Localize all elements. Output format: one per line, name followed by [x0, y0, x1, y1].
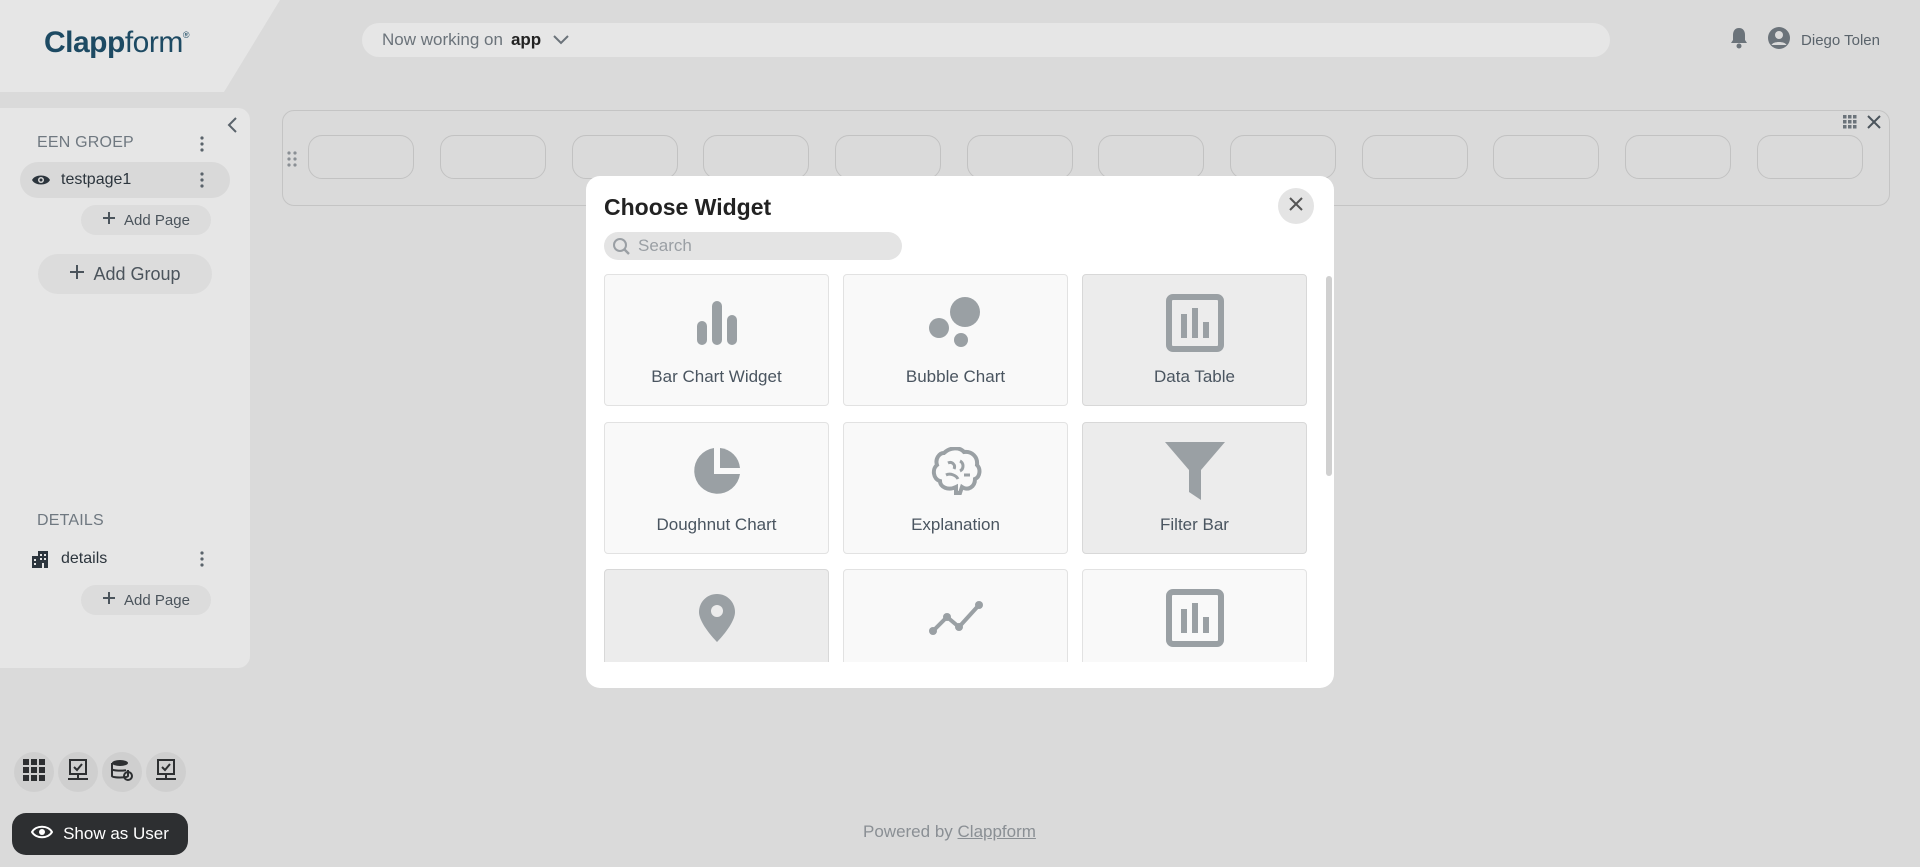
building-icon [31, 550, 49, 573]
plus-icon [102, 591, 116, 609]
widget-slot[interactable] [703, 135, 809, 179]
bar-chart-icon [605, 295, 828, 351]
widget-slot[interactable] [1493, 135, 1599, 179]
widget-card-label: Filter Bar [1160, 515, 1229, 534]
widget-card-explanation[interactable]: Explanation [843, 422, 1068, 554]
widget-card-label: Explanation [911, 515, 1000, 534]
widget-search-input[interactable]: Search [604, 232, 902, 260]
grid-icon[interactable] [1843, 115, 1857, 134]
working-on-label: Now working on [382, 30, 503, 49]
widget-slot[interactable] [1757, 135, 1863, 179]
widget-card-map[interactable] [604, 569, 829, 662]
add-group-button[interactable]: Add Group [38, 254, 212, 294]
eye-icon[interactable] [31, 173, 51, 192]
brain-icon [844, 443, 1067, 499]
widget-card-data-table[interactable]: Data Table [1082, 274, 1307, 406]
checklist-button-2[interactable] [146, 752, 186, 792]
sidebar-item-label[interactable]: details [61, 550, 107, 568]
group-title: DETAILS [37, 512, 104, 529]
widget-card-doughnut-chart[interactable]: Doughnut Chart [604, 422, 829, 554]
modal-scrollbar[interactable] [1326, 276, 1332, 476]
add-page-button[interactable]: Add Page [81, 205, 211, 235]
funnel-icon [1083, 442, 1306, 500]
map-pin-icon [605, 590, 828, 646]
checklist-button[interactable] [58, 752, 98, 792]
current-app: app [510, 30, 542, 49]
group-title: EEN GROEP [37, 134, 134, 151]
widget-grid: Bar Chart Widget Bubble Chart Data Table… [604, 274, 1314, 662]
close-icon [1288, 196, 1304, 217]
add-page-label: Add Page [124, 591, 190, 609]
plus-icon [69, 264, 85, 285]
add-group-label: Add Group [93, 263, 181, 284]
add-page-label: Add Page [124, 211, 190, 229]
modal-close-button[interactable] [1278, 188, 1314, 224]
group-options-icon[interactable] [200, 136, 204, 157]
widget-slot[interactable] [835, 135, 941, 179]
widget-slot[interactable] [967, 135, 1073, 179]
collapse-sidebar-icon[interactable] [226, 116, 238, 139]
page-options-icon[interactable] [200, 551, 204, 572]
database-sync-button[interactable] [102, 752, 142, 792]
add-page-button[interactable]: Add Page [81, 585, 211, 615]
close-icon[interactable] [1867, 115, 1881, 134]
data-table-icon [1083, 294, 1306, 352]
widget-card-label: Bubble Chart [905, 367, 1006, 386]
widget-card-label: Doughnut Chart [656, 515, 777, 534]
widget-slot[interactable] [1230, 135, 1336, 179]
show-as-user-label: Show as User [63, 824, 169, 843]
data-table-icon [1083, 589, 1306, 647]
apps-grid-icon [23, 758, 45, 786]
widget-slot[interactable] [440, 135, 546, 179]
search-icon [612, 237, 631, 261]
user-avatar-icon [1767, 26, 1791, 54]
app-selector[interactable]: Now working on app [362, 23, 1610, 57]
widget-card-bar-chart[interactable]: Bar Chart Widget [604, 274, 829, 406]
database-sync-icon [110, 758, 134, 787]
widget-slot[interactable] [1098, 135, 1204, 179]
page-options-icon[interactable] [200, 172, 204, 193]
powered-by-link[interactable]: Clappform [958, 822, 1036, 841]
line-chart-icon [844, 590, 1067, 646]
widget-card-line-chart[interactable] [843, 569, 1068, 662]
plus-icon [102, 211, 116, 229]
chevron-down-icon [553, 30, 569, 50]
bell-icon[interactable] [1729, 27, 1749, 53]
drag-handle-icon[interactable] [287, 151, 297, 172]
user-menu[interactable]: Diego Tolen [1767, 26, 1880, 54]
widget-card-filter-bar[interactable]: Filter Bar [1082, 422, 1307, 554]
clappform-logo[interactable]: Clappform® [44, 26, 189, 60]
widget-slot[interactable] [308, 135, 414, 179]
widget-card-label: Data Table [1154, 367, 1235, 386]
bubble-chart-icon [844, 295, 1067, 351]
eye-icon [30, 824, 54, 845]
powered-by: Powered by Clappform [863, 822, 1036, 841]
widget-slot[interactable] [572, 135, 678, 179]
user-name: Diego Tolen [1801, 31, 1880, 49]
show-as-user-button[interactable]: Show as User [12, 813, 188, 855]
doughnut-chart-icon [605, 443, 828, 499]
apps-grid-button[interactable] [14, 752, 54, 792]
monitor-check-icon [154, 758, 178, 787]
choose-widget-modal: Choose Widget Search Bar Chart Widget Bu… [586, 176, 1334, 688]
widget-card-table-2[interactable] [1082, 569, 1307, 662]
sidebar-item-label: testpage1 [61, 171, 132, 188]
search-placeholder: Search [638, 236, 692, 255]
widget-slot[interactable] [1625, 135, 1731, 179]
widget-card-label: Bar Chart Widget [651, 367, 782, 386]
widget-slot[interactable] [1362, 135, 1468, 179]
modal-title: Choose Widget [604, 194, 772, 220]
widget-card-bubble-chart[interactable]: Bubble Chart [843, 274, 1068, 406]
monitor-check-icon [66, 758, 90, 787]
